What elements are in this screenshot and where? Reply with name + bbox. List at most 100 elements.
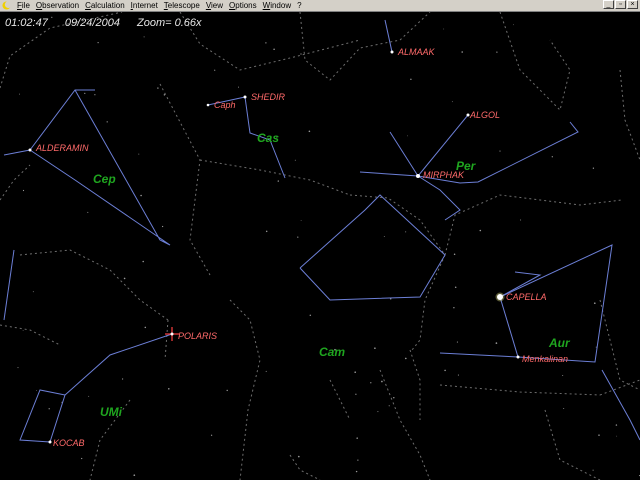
background-star xyxy=(370,382,372,384)
background-star xyxy=(496,51,498,53)
star-label-caph: Caph xyxy=(214,100,236,110)
background-star xyxy=(355,470,358,473)
background-star xyxy=(97,42,99,44)
background-star xyxy=(48,408,50,410)
background-star xyxy=(138,153,140,155)
background-star xyxy=(616,435,618,437)
zoom-readout: Zoom= 0.66x xyxy=(137,17,202,29)
close-button[interactable]: × xyxy=(627,0,638,9)
background-star xyxy=(22,189,25,192)
background-star xyxy=(393,396,395,399)
background-star xyxy=(300,53,302,55)
star-label-shedir: SHEDIR xyxy=(251,92,286,102)
background-star xyxy=(598,434,600,436)
background-star xyxy=(143,36,145,38)
background-star xyxy=(457,374,459,376)
background-star xyxy=(19,93,20,95)
background-star xyxy=(157,87,159,89)
constellation-lines xyxy=(3,19,640,443)
menu-observation[interactable]: Observation xyxy=(33,0,82,11)
background-star xyxy=(388,405,390,407)
menu-file[interactable]: File xyxy=(14,0,33,11)
background-star xyxy=(454,286,457,288)
background-star xyxy=(17,367,19,369)
menu-calculation[interactable]: Calculation xyxy=(82,0,128,11)
background-star xyxy=(123,277,126,280)
menu-help[interactable]: ? xyxy=(294,0,304,11)
menu-window[interactable]: Window xyxy=(260,0,294,11)
constellation-labels: Cas Cep Per Cam Aur UMi xyxy=(93,131,571,419)
menu-telescope[interactable]: Telescope xyxy=(161,0,203,11)
menu-bar: File Observation Calculation Internet Te… xyxy=(0,0,640,12)
star-kocab[interactable] xyxy=(48,440,52,444)
background-star xyxy=(355,393,357,395)
background-star xyxy=(308,130,311,133)
background-star xyxy=(593,302,596,305)
background-star xyxy=(106,121,108,123)
background-star xyxy=(210,434,213,436)
constellation-label-umi: UMi xyxy=(100,405,123,419)
background-star xyxy=(453,307,455,309)
background-star xyxy=(405,231,407,233)
background-star xyxy=(81,457,83,460)
constellation-label-aur: Aur xyxy=(548,336,571,350)
star-menkalinan[interactable] xyxy=(516,355,520,359)
background-star xyxy=(309,314,312,317)
background-star xyxy=(451,101,453,103)
moon-icon xyxy=(2,1,11,10)
time-readout: 01:02:47 xyxy=(5,17,48,29)
star-alderamin[interactable] xyxy=(28,148,32,152)
star-label-capella: CAPELLA xyxy=(506,292,547,302)
menu-options[interactable]: Options xyxy=(226,0,260,11)
background-star xyxy=(36,390,37,391)
background-star xyxy=(562,375,564,376)
window-controls: _ ▫ × xyxy=(603,0,638,9)
star-label-menkalinan: Menkalinan xyxy=(522,354,568,364)
star-polaris[interactable] xyxy=(170,332,174,336)
menu-internet[interactable]: Internet xyxy=(128,0,161,11)
star-caph[interactable] xyxy=(206,103,210,107)
background-star xyxy=(32,291,34,293)
background-star xyxy=(297,236,299,238)
star-almaak[interactable] xyxy=(390,50,394,54)
background-star xyxy=(443,28,445,30)
star-label-almaak: ALMAAK xyxy=(397,47,436,57)
background-star xyxy=(461,51,464,53)
background-star xyxy=(377,411,379,413)
background-star xyxy=(356,437,358,439)
menu-view[interactable]: View xyxy=(203,0,226,11)
background-star xyxy=(479,229,482,232)
background-star xyxy=(265,230,268,233)
background-star xyxy=(163,94,166,96)
background-star xyxy=(140,194,142,197)
status-readout: 01:02:47 09/24/2004 Zoom= 0.66x xyxy=(5,17,216,29)
star-capella[interactable] xyxy=(497,294,503,300)
background-star xyxy=(520,219,522,221)
date-readout: 09/24/2004 xyxy=(64,17,120,29)
background-star xyxy=(142,260,144,263)
background-star xyxy=(94,94,96,96)
star-label-polaris: POLARIS xyxy=(178,331,217,341)
background-star xyxy=(161,225,164,228)
constellation-label-cas: Cas xyxy=(257,131,279,145)
background-star xyxy=(133,474,136,477)
star-mirphak[interactable] xyxy=(416,174,420,178)
background-star xyxy=(294,159,296,161)
minimize-button[interactable]: _ xyxy=(603,0,614,9)
background-star xyxy=(22,330,24,331)
background-star xyxy=(226,389,228,392)
background-star xyxy=(453,253,456,255)
background-star xyxy=(357,459,359,461)
constellation-label-cep: Cep xyxy=(93,172,116,186)
background-star xyxy=(381,380,383,383)
sky-map[interactable]: ALMAAKSHEDIRCaphALGOLALDERAMINMIRPHAKCAP… xyxy=(0,12,640,480)
star-shedir[interactable] xyxy=(243,95,247,99)
constellation-boundaries xyxy=(0,12,640,480)
background-star xyxy=(444,369,446,372)
star-label-alderamin: ALDERAMIN xyxy=(35,143,89,153)
background-star xyxy=(87,211,89,213)
background-star xyxy=(407,135,408,137)
background-star xyxy=(404,357,407,360)
restore-button[interactable]: ▫ xyxy=(615,0,626,9)
background-star xyxy=(88,395,90,397)
